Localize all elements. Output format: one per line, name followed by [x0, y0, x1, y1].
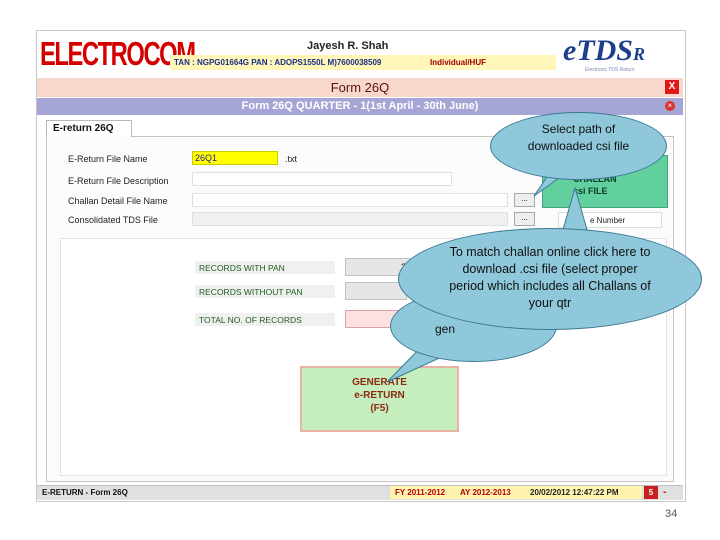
csi-path-callout: Select path of downloaded csi file: [490, 112, 667, 180]
challan-match-callout: To match challan online click here to do…: [398, 228, 702, 330]
page-number: 34: [665, 508, 678, 520]
generate-callout-text: gen: [435, 322, 456, 336]
csi-path-callout-text: Select path of downloaded csi file: [527, 122, 630, 153]
challan-match-callout-text: To match challan online click here to do…: [449, 245, 651, 310]
